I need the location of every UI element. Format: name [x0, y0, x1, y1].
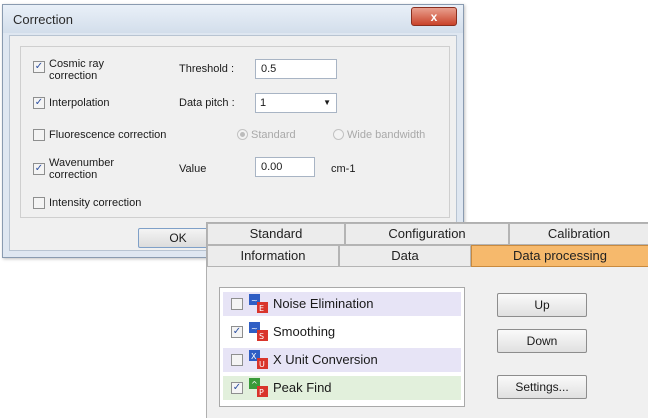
wide-bandwidth-radio[interactable] [333, 129, 344, 140]
tab-data[interactable]: Data [339, 245, 471, 267]
check-icon: ✓ [34, 163, 44, 174]
fluorescence-label: Fluorescence correction [49, 129, 167, 141]
smoothing-checkbox[interactable]: ✓ [231, 326, 243, 338]
check-icon: ✓ [232, 326, 242, 337]
list-item-label: Smoothing [273, 324, 336, 339]
peak-find-checkbox[interactable]: ✓ [231, 382, 243, 394]
cosmic-ray-label: Cosmic ray correction [49, 58, 105, 82]
correction-options-group: ✓ Cosmic ray correction Threshold : 0.5 … [20, 46, 450, 218]
processing-list: ~ E Noise Elimination ✓ ~ S Smoothing X … [219, 287, 465, 407]
svg-text:~: ~ [251, 296, 258, 305]
intensity-checkbox[interactable] [33, 197, 45, 209]
check-icon: ✓ [34, 61, 44, 72]
close-icon: x [430, 10, 438, 24]
threshold-label: Threshold : [179, 63, 235, 75]
chevron-down-icon: ▼ [323, 98, 331, 107]
data-pitch-select[interactable]: 1 ▼ [255, 93, 337, 113]
noise-elimination-icon: ~ E [249, 294, 268, 313]
value-label: Value [179, 163, 207, 175]
list-item[interactable]: ✓ ~ S Smoothing [223, 320, 461, 344]
wide-bandwidth-radio-label: Wide bandwidth [347, 129, 426, 141]
svg-text:^: ^ [251, 380, 258, 389]
wavenumber-value-input[interactable]: 0.00 [255, 157, 315, 177]
interpolation-label: Interpolation [49, 97, 110, 109]
tab-standard[interactable]: Standard [207, 223, 345, 245]
svg-text:E: E [259, 304, 264, 313]
standard-radio[interactable] [237, 129, 248, 140]
interpolation-checkbox[interactable]: ✓ [33, 97, 45, 109]
threshold-input[interactable]: 0.5 [255, 59, 337, 79]
x-unit-conversion-icon: X U [249, 350, 268, 369]
svg-text:U: U [259, 360, 265, 369]
tab-information[interactable]: Information [207, 245, 339, 267]
peak-find-icon: ^ P [249, 378, 268, 397]
correction-dialog: Correction x ✓ Cosmic ray correction Thr… [2, 4, 464, 258]
list-item-label: Noise Elimination [273, 296, 374, 311]
tab-configuration[interactable]: Configuration [345, 223, 509, 245]
svg-text:X: X [251, 352, 257, 361]
check-icon: ✓ [34, 97, 44, 108]
wavenumber-label: Wavenumber correction [49, 157, 115, 181]
up-button[interactable]: Up [497, 293, 587, 317]
list-item[interactable]: ~ E Noise Elimination [223, 292, 461, 316]
list-item-label: Peak Find [273, 380, 332, 395]
dialog-body: ✓ Cosmic ray correction Threshold : 0.5 … [9, 35, 457, 251]
settings-button[interactable]: Settings... [497, 375, 587, 399]
list-item-label: X Unit Conversion [273, 352, 378, 367]
list-item[interactable]: ✓ ^ P Peak Find [223, 376, 461, 400]
intensity-label: Intensity correction [49, 197, 142, 209]
down-button[interactable]: Down [497, 329, 587, 353]
cosmic-ray-checkbox[interactable]: ✓ [33, 61, 45, 73]
data-processing-panel: Standard Configuration Calibration Infor… [206, 222, 648, 418]
check-icon: ✓ [232, 382, 242, 393]
dialog-title: Correction [13, 12, 73, 27]
close-button[interactable]: x [411, 7, 457, 26]
data-pitch-label: Data pitch : [179, 97, 235, 109]
svg-text:P: P [259, 388, 264, 397]
smoothing-icon: ~ S [249, 322, 268, 341]
standard-radio-label: Standard [251, 129, 296, 141]
wavenumber-unit: cm-1 [331, 163, 356, 175]
tab-calibration[interactable]: Calibration [509, 223, 648, 245]
wavenumber-checkbox[interactable]: ✓ [33, 163, 45, 175]
svg-text:~: ~ [251, 324, 258, 333]
tab-data-processing[interactable]: Data processing [471, 245, 648, 267]
noise-elimination-checkbox[interactable] [231, 298, 243, 310]
list-item[interactable]: X U X Unit Conversion [223, 348, 461, 372]
dialog-titlebar[interactable]: Correction x [3, 5, 463, 33]
svg-text:S: S [259, 332, 264, 341]
fluorescence-checkbox[interactable] [33, 129, 45, 141]
x-unit-conversion-checkbox[interactable] [231, 354, 243, 366]
